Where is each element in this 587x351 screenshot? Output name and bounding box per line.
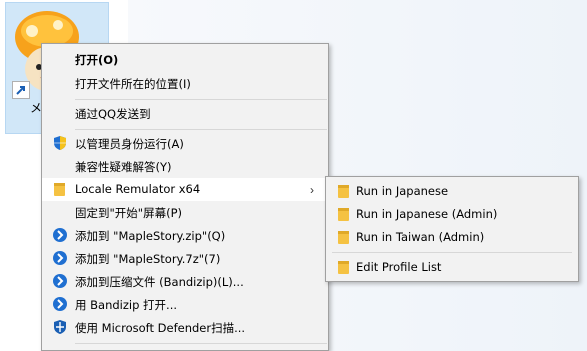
locale-remulator-submenu: Run in Japanese Run in Japanese (Admin) …	[325, 176, 579, 282]
menu-item-label: Run in Japanese (Admin)	[356, 207, 498, 221]
folder-icon	[54, 183, 65, 196]
context-menu: 打开(O) 打开文件所在的位置(I) 通过QQ发送到 以管理员身份运行(A) 兼…	[41, 43, 329, 351]
folder-icon	[338, 185, 349, 198]
menu-item-label: 兼容性疑难解答(Y)	[75, 160, 172, 174]
menu-separator	[332, 252, 572, 253]
menu-item-compat-troubleshoot[interactable]: 兼容性疑难解答(Y)	[42, 155, 328, 178]
menu-item-run-as-admin[interactable]: 以管理员身份运行(A)	[42, 132, 328, 155]
submenu-item-run-japanese-admin[interactable]: Run in Japanese (Admin)	[326, 203, 578, 226]
folder-icon	[338, 261, 349, 274]
bandizip-icon	[53, 228, 67, 242]
menu-item-label: Locale Remulator x64	[75, 182, 201, 196]
menu-item-label: 通过QQ发送到	[75, 107, 151, 121]
chevron-right-icon: ›	[310, 183, 314, 197]
menu-item-add-to-archive-bandizip[interactable]: 添加到压缩文件 (Bandizip)(L)...	[42, 270, 328, 293]
menu-item-label: 添加到 "MapleStory.zip"(Q)	[75, 229, 226, 243]
bandizip-icon	[53, 297, 67, 311]
menu-item-defender-scan[interactable]: 使用 Microsoft Defender扫描...	[42, 316, 328, 339]
menu-separator	[75, 99, 327, 100]
menu-item-label: Run in Japanese	[356, 184, 449, 198]
menu-item-label: 打开(O)	[75, 53, 119, 67]
uac-shield-icon	[54, 136, 66, 150]
bandizip-icon	[53, 274, 67, 288]
menu-item-pin-to-start[interactable]: 固定到"开始"屏幕(P)	[42, 201, 328, 224]
menu-item-label: 使用 Microsoft Defender扫描...	[75, 321, 246, 335]
submenu-item-run-japanese[interactable]: Run in Japanese	[326, 180, 578, 203]
menu-item-send-via-qq[interactable]: 通过QQ发送到	[42, 102, 328, 125]
folder-icon	[338, 208, 349, 221]
shortcut-arrow-icon	[12, 81, 30, 99]
menu-item-locale-remulator[interactable]: Locale Remulator x64 ›	[42, 178, 328, 201]
menu-item-label: 打开文件所在的位置(I)	[75, 77, 191, 91]
menu-item-label: Run in Taiwan (Admin)	[356, 230, 485, 244]
menu-separator	[75, 343, 327, 344]
menu-item-label: 添加到 "MapleStory.7z"(7)	[75, 252, 221, 266]
defender-shield-icon	[54, 320, 66, 334]
menu-item-open-with-bandizip[interactable]: 用 Bandizip 打开...	[42, 293, 328, 316]
menu-item-label: 用 Bandizip 打开...	[75, 298, 178, 312]
menu-separator	[75, 129, 327, 130]
menu-item-label: 添加到压缩文件 (Bandizip)(L)...	[75, 275, 244, 289]
submenu-item-run-taiwan-admin[interactable]: Run in Taiwan (Admin)	[326, 226, 578, 249]
menu-item-label: Edit Profile List	[356, 260, 442, 274]
menu-item-label: 以管理员身份运行(A)	[75, 137, 184, 151]
bandizip-icon	[53, 251, 67, 265]
submenu-item-edit-profile-list[interactable]: Edit Profile List	[326, 256, 578, 279]
menu-item-open[interactable]: 打开(O)	[42, 48, 328, 71]
menu-item-add-to-zip[interactable]: 添加到 "MapleStory.zip"(Q)	[42, 224, 328, 247]
menu-item-add-to-7z[interactable]: 添加到 "MapleStory.7z"(7)	[42, 247, 328, 270]
folder-icon	[338, 231, 349, 244]
menu-item-open-file-location[interactable]: 打开文件所在的位置(I)	[42, 72, 328, 95]
menu-item-label: 固定到"开始"屏幕(P)	[75, 206, 182, 220]
